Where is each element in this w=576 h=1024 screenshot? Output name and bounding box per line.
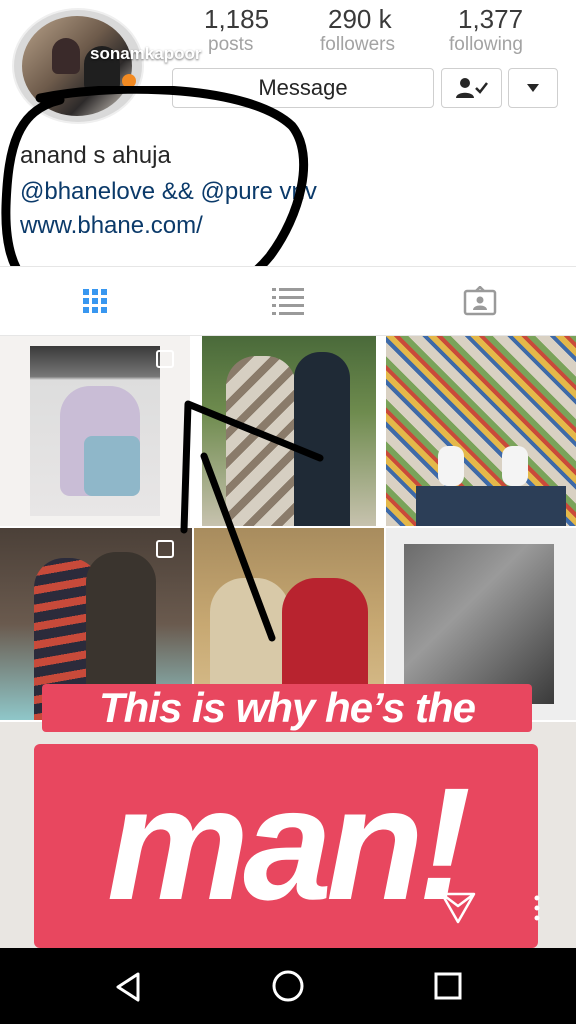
suggested-dropdown-button[interactable]	[508, 68, 558, 108]
recents-square-icon	[434, 972, 462, 1000]
drawn-arrow-annotation	[180, 400, 324, 642]
photo-content	[416, 486, 566, 526]
tab-list[interactable]	[268, 281, 308, 321]
following-label[interactable]: following	[449, 34, 523, 56]
grid-photo[interactable]	[386, 336, 576, 526]
following-button[interactable]	[441, 68, 502, 108]
photo-content	[438, 446, 464, 486]
profile-tab-bar	[0, 266, 576, 336]
list-icon	[272, 288, 304, 315]
followers-label[interactable]: followers	[320, 34, 395, 56]
avatar-figure	[52, 38, 80, 74]
story-username[interactable]: sonamkapoor	[90, 44, 201, 64]
following-count[interactable]: 1,377	[458, 4, 523, 35]
photo-content	[404, 544, 554, 704]
send-button[interactable]	[438, 886, 478, 926]
tagged-icon	[463, 286, 497, 316]
posts-label: posts	[208, 34, 254, 55]
story-caption-line: This is why he’s the	[42, 684, 532, 732]
photo-content	[502, 446, 528, 486]
more-vertical-icon	[534, 895, 540, 921]
tab-tagged[interactable]	[460, 281, 500, 321]
back-triangle-icon	[116, 972, 140, 1002]
person-check-icon	[455, 78, 488, 98]
nav-recents-button[interactable]	[432, 970, 464, 1002]
tab-grid[interactable]	[75, 281, 115, 321]
multi-photo-icon	[156, 350, 174, 368]
more-button[interactable]	[532, 894, 542, 924]
grid-photo[interactable]	[0, 336, 190, 526]
home-circle-icon	[272, 970, 304, 1002]
chevron-down-icon	[527, 84, 539, 92]
posts-count: 1,185	[204, 4, 270, 34]
send-icon	[440, 892, 476, 924]
grid-icon	[83, 289, 107, 313]
nav-back-button[interactable]	[112, 970, 146, 1004]
followers-count[interactable]: 290 k	[328, 4, 392, 35]
nav-home-button[interactable]	[270, 968, 306, 1004]
photo-chair	[84, 436, 140, 496]
system-navigation-bar	[0, 948, 576, 1024]
